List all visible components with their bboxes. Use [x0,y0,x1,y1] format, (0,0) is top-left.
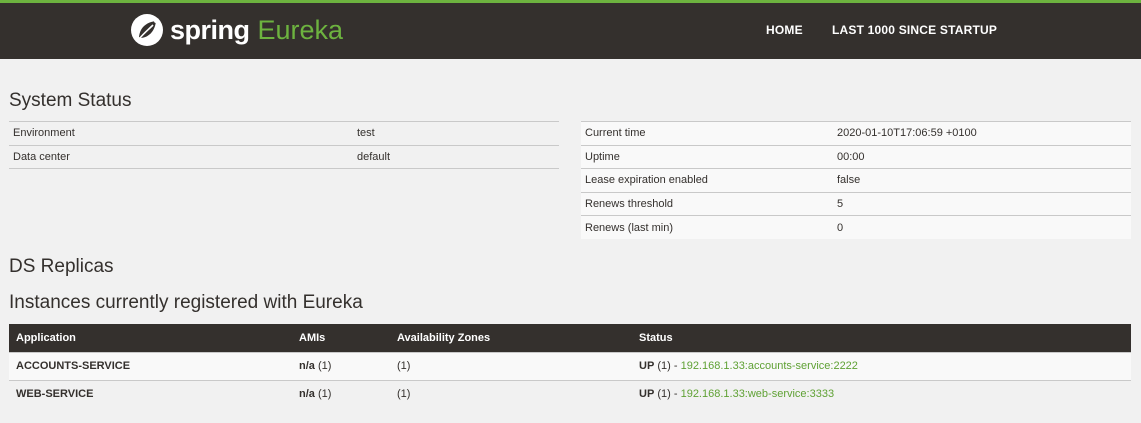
top-navbar: spring Eureka HOME LAST 1000 SINCE START… [0,0,1141,59]
column-header-status: Status [632,324,1131,352]
status-cell: UP (1) - 192.168.1.33:web-service:3333 [632,379,1131,408]
renews-threshold-label: Renews threshold [581,191,833,216]
table-row: Renews threshold 5 [581,191,1131,216]
logo-text-spring: spring [170,14,250,45]
ami-count: (1) [317,360,332,372]
environment-label: Environment [9,121,353,145]
table-row: Uptime 00:00 [581,144,1131,169]
system-status-right-table: Current time 2020-01-10T17:06:59 +0100 U… [581,121,1131,239]
renews-threshold-value: 5 [833,191,1131,216]
environment-value: test [353,121,559,145]
zones-cell: (1) [390,379,632,408]
ami-count: (1) [317,388,332,401]
table-row: Renews (last min) 0 [581,215,1131,239]
zones-cell: (1) [390,351,632,380]
instances-heading: Instances currently registered with Eure… [9,292,363,313]
column-header-application: Application [9,324,292,352]
table-row: Data center default [9,144,559,169]
current-time-value: 2020-01-10T17:06:59 +0100 [833,121,1131,145]
instances-table: Application AMIs Availability Zones Stat… [9,324,1131,408]
uptime-value: 00:00 [833,144,1131,169]
column-header-amis: AMIs [292,324,390,352]
table-row: WEB-SERVICE n/a (1) (1) UP (1) - 192.168… [9,379,1131,408]
status-cell: UP (1) - 192.168.1.33:accounts-service:2… [632,351,1131,380]
table-row: Current time 2020-01-10T17:06:59 +0100 [581,121,1131,145]
status-up: UP [639,388,655,401]
ami-value: n/a [299,360,315,372]
application-name: WEB-SERVICE [9,379,292,408]
data-center-label: Data center [9,144,353,169]
application-name: ACCOUNTS-SERVICE [9,351,292,380]
instance-link[interactable]: 192.168.1.33:web-service:3333 [681,388,835,400]
renews-last-min-value: 0 [833,215,1131,239]
data-center-value: default [353,144,559,169]
nav-home-link[interactable]: HOME [766,23,803,43]
table-row: Lease expiration enabled false [581,168,1131,192]
system-status-heading: System Status [9,90,132,111]
renews-last-min-label: Renews (last min) [581,215,833,239]
amis-cell: n/a (1) [292,379,390,408]
spring-eureka-logo[interactable]: spring Eureka [130,11,343,49]
nav-last-1000-link[interactable]: LAST 1000 SINCE STARTUP [832,23,997,43]
table-row: ACCOUNTS-SERVICE n/a (1) (1) UP (1) - 19… [9,351,1131,380]
instance-link[interactable]: 192.168.1.33:accounts-service:2222 [681,360,858,372]
lease-expiration-value: false [833,168,1131,192]
status-count: (1) - [657,388,681,401]
status-up: UP [639,360,655,372]
spring-leaf-icon [131,14,163,46]
amis-cell: n/a (1) [292,351,390,380]
column-header-availability-zones: Availability Zones [390,324,632,352]
system-status-left-table: Environment test Data center default [9,121,559,169]
uptime-label: Uptime [581,144,833,169]
lease-expiration-label: Lease expiration enabled [581,168,833,192]
ami-value: n/a [299,388,315,401]
ds-replicas-heading: DS Replicas [9,256,114,277]
logo-text-eureka: Eureka [257,14,344,45]
table-header-row: Application AMIs Availability Zones Stat… [9,324,1131,352]
current-time-label: Current time [581,121,833,145]
table-row: Environment test [9,121,559,145]
status-count: (1) - [657,360,681,372]
